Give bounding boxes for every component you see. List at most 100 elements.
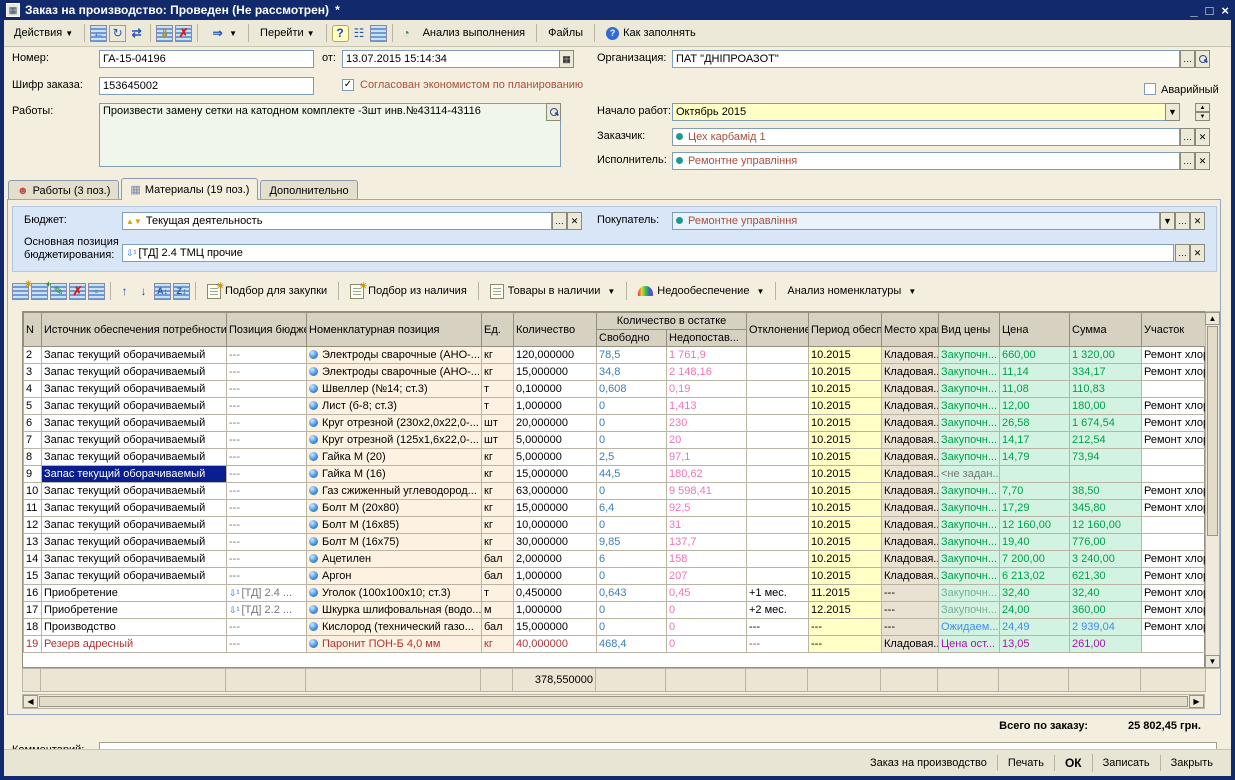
cell-src[interactable]: Запас текущий оборачиваемый — [42, 449, 227, 466]
refresh-icon[interactable]: ↻ — [109, 25, 126, 42]
cell-price[interactable]: 32,40 — [1000, 585, 1070, 602]
cell-dev[interactable] — [747, 483, 809, 500]
pick-for-purchase-button[interactable]: ✳Подбор для закупки — [201, 280, 333, 302]
main-pos-field[interactable]: ⇩¹[ТД] 2.4 ТМЦ прочие — [122, 244, 1174, 262]
cell-src[interactable]: Запас текущий оборачиваемый — [42, 534, 227, 551]
cell-bud[interactable]: --- — [227, 636, 307, 653]
cell-qty[interactable]: 30,000000 — [514, 534, 597, 551]
cell-sum[interactable]: 1 674,54 — [1070, 415, 1142, 432]
col-header-qty[interactable]: Количество — [514, 313, 597, 347]
shortage-menu[interactable]: Недообеспечение▼ — [632, 280, 770, 302]
cell-sec[interactable] — [1142, 449, 1207, 466]
cell-pt[interactable]: Закупочн... — [939, 517, 1000, 534]
doc-back-icon[interactable]: ← — [90, 25, 107, 42]
cell-item[interactable]: Болт М (16х75) — [307, 534, 482, 551]
cell-sum[interactable]: 38,50 — [1070, 483, 1142, 500]
col-header-src[interactable]: Источник обеспечения потребности — [42, 313, 227, 347]
cell-sum[interactable]: 32,40 — [1070, 585, 1142, 602]
copy-row-icon[interactable]: + — [31, 283, 48, 300]
cell-unit[interactable]: т — [482, 398, 514, 415]
table-row[interactable]: 12Запас текущий оборачиваемый---Болт М (… — [24, 517, 1207, 534]
cell-src[interactable]: Запас текущий оборачиваемый — [42, 483, 227, 500]
cell-n[interactable]: 8 — [24, 449, 42, 466]
cell-stor[interactable]: Кладовая... — [882, 432, 939, 449]
scroll-right-icon[interactable]: ▶ — [1189, 695, 1204, 708]
cell-bud[interactable]: ⇩¹[ТД] 2.4 ... — [227, 585, 307, 602]
cell-n[interactable]: 7 — [24, 432, 42, 449]
pick-from-stock-button[interactable]: ✳Подбор из наличия — [344, 280, 473, 302]
col-header-item[interactable]: Номенклатурная позиция — [307, 313, 482, 347]
cell-qty[interactable]: 10,000000 — [514, 517, 597, 534]
cell-per[interactable]: 10.2015 — [809, 364, 882, 381]
move-up-icon[interactable]: ↑ — [116, 283, 133, 300]
cell-price[interactable]: 11,14 — [1000, 364, 1070, 381]
cell-free[interactable]: 6 — [597, 551, 667, 568]
cell-src[interactable]: Запас текущий оборачиваемый — [42, 398, 227, 415]
cell-sum[interactable]: 261,00 — [1070, 636, 1142, 653]
cell-free[interactable]: 0,608 — [597, 381, 667, 398]
start-spin-up[interactable]: ▲ — [1195, 103, 1210, 112]
cell-sum[interactable]: 3 240,00 — [1070, 551, 1142, 568]
cell-sec[interactable] — [1142, 466, 1207, 483]
cell-per[interactable]: 10.2015 — [809, 398, 882, 415]
cell-sec[interactable] — [1142, 517, 1207, 534]
cell-sec[interactable]: Ремонт хлорн — [1142, 500, 1207, 517]
org-open-icon[interactable] — [1195, 50, 1210, 68]
cell-sec[interactable] — [1142, 636, 1207, 653]
cell-bud[interactable]: --- — [227, 449, 307, 466]
cell-n[interactable]: 11 — [24, 500, 42, 517]
cell-n[interactable]: 10 — [24, 483, 42, 500]
cell-dev[interactable] — [747, 466, 809, 483]
cell-bud[interactable]: ⇩¹[ТД] 2.2 ... — [227, 602, 307, 619]
buyer-select-button[interactable]: … — [1175, 212, 1190, 230]
cell-stor[interactable]: --- — [882, 619, 939, 636]
executor-select-button[interactable]: … — [1180, 152, 1195, 170]
cell-sec[interactable]: Ремонт хлорн — [1142, 551, 1207, 568]
cell-n[interactable]: 3 — [24, 364, 42, 381]
cell-free[interactable]: 468,4 — [597, 636, 667, 653]
cell-pt[interactable]: Закупочн... — [939, 432, 1000, 449]
cell-pt[interactable]: Закупочн... — [939, 483, 1000, 500]
col-header-per[interactable]: Период обеспечен... — [809, 313, 882, 347]
col-header-short[interactable]: Недопостав... — [667, 330, 747, 347]
main-pos-clear-button[interactable]: ✕ — [1190, 244, 1205, 262]
cell-short[interactable]: 158 — [667, 551, 747, 568]
cell-qty[interactable]: 0,100000 — [514, 381, 597, 398]
cell-item[interactable]: Швеллер (№14; ст.3) — [307, 381, 482, 398]
cell-free[interactable]: 0 — [597, 602, 667, 619]
cell-qty[interactable]: 15,000000 — [514, 364, 597, 381]
cell-item[interactable]: Газ сжиженный углеводород... — [307, 483, 482, 500]
cell-dev[interactable] — [747, 551, 809, 568]
cell-sec[interactable]: Ремонт хлорн — [1142, 398, 1207, 415]
col-header-n[interactable]: N — [24, 313, 42, 347]
cell-pt[interactable]: Ожидаем... — [939, 619, 1000, 636]
cell-sum[interactable]: 110,83 — [1070, 381, 1142, 398]
date-field[interactable]: 13.07.2015 15:14:34 — [342, 50, 574, 68]
cell-qty[interactable]: 40,000000 — [514, 636, 597, 653]
cell-qty[interactable]: 15,000000 — [514, 466, 597, 483]
cell-short[interactable]: 180,62 — [667, 466, 747, 483]
cell-bud[interactable]: --- — [227, 466, 307, 483]
cell-per[interactable]: 11.2015 — [809, 585, 882, 602]
cell-sum[interactable]: 180,00 — [1070, 398, 1142, 415]
cell-item[interactable]: Уголок (100х100х10; ст.3) — [307, 585, 482, 602]
post-document-icon[interactable]: ⇓ — [156, 25, 173, 42]
cell-free[interactable]: 6,4 — [597, 500, 667, 517]
cell-short[interactable]: 230 — [667, 415, 747, 432]
cell-bud[interactable]: --- — [227, 534, 307, 551]
cell-free[interactable]: 44,5 — [597, 466, 667, 483]
cell-unit[interactable]: т — [482, 381, 514, 398]
cell-src[interactable]: Запас текущий оборачиваемый — [42, 415, 227, 432]
cell-sum[interactable]: 334,17 — [1070, 364, 1142, 381]
cell-dev[interactable]: --- — [747, 619, 809, 636]
cell-unit[interactable]: кг — [482, 534, 514, 551]
table-row[interactable]: 13Запас текущий оборачиваемый---Болт М (… — [24, 534, 1207, 551]
cell-per[interactable]: 10.2015 — [809, 415, 882, 432]
close-form-button[interactable]: Закрыть — [1161, 755, 1223, 771]
buyer-clear-button[interactable]: ✕ — [1190, 212, 1205, 230]
cell-price[interactable]: 14,17 — [1000, 432, 1070, 449]
cell-qty[interactable]: 20,000000 — [514, 415, 597, 432]
cell-price[interactable]: 6 213,02 — [1000, 568, 1070, 585]
cell-short[interactable]: 137,7 — [667, 534, 747, 551]
cell-per[interactable]: 10.2015 — [809, 466, 882, 483]
